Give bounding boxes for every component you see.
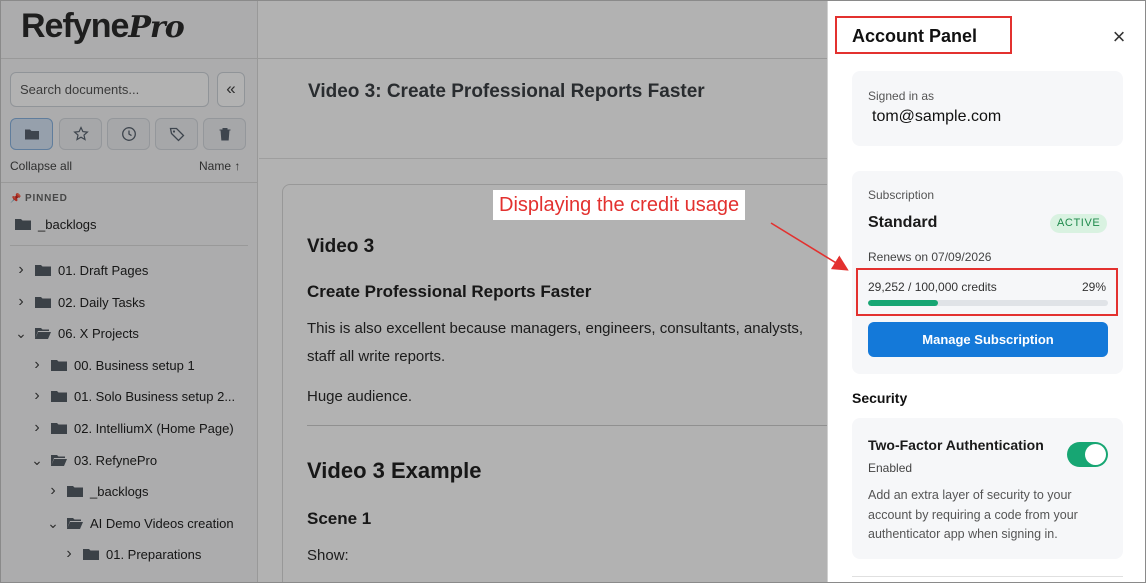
security-heading: Security (852, 390, 908, 406)
close-panel-button[interactable]: × (1107, 25, 1131, 49)
subscription-label: Subscription (868, 188, 935, 202)
two-factor-title: Two-Factor Authentication (868, 437, 1044, 453)
status-badge: ACTIVE (1050, 214, 1108, 233)
manage-subscription-button[interactable]: Manage Subscription (868, 322, 1108, 357)
two-factor-description: Add an extra layer of security to your a… (868, 488, 1078, 541)
account-email: tom@sample.com (872, 108, 1002, 125)
app-window: RefynePro « Collapse all Name ↑ 📌PINNED (0, 0, 1146, 583)
renewal-date: Renews on 07/09/2026 (868, 250, 992, 264)
two-factor-status: Enabled (868, 461, 913, 475)
two-factor-toggle[interactable] (1067, 442, 1108, 467)
signed-in-label: Signed in as (868, 89, 935, 103)
annotation-box-panel-title (835, 16, 1012, 54)
signed-in-card: Signed in as tom@sample.com (852, 71, 1123, 146)
two-factor-card: Two-Factor Authentication Enabled Add an… (852, 418, 1123, 559)
plan-name: Standard (868, 214, 938, 231)
toggle-knob (1085, 444, 1106, 465)
annotation-box-credit-usage (856, 268, 1118, 316)
panel-divider (852, 576, 1123, 577)
modal-backdrop[interactable] (1, 1, 827, 582)
annotation-label: Displaying the credit usage (493, 190, 746, 220)
